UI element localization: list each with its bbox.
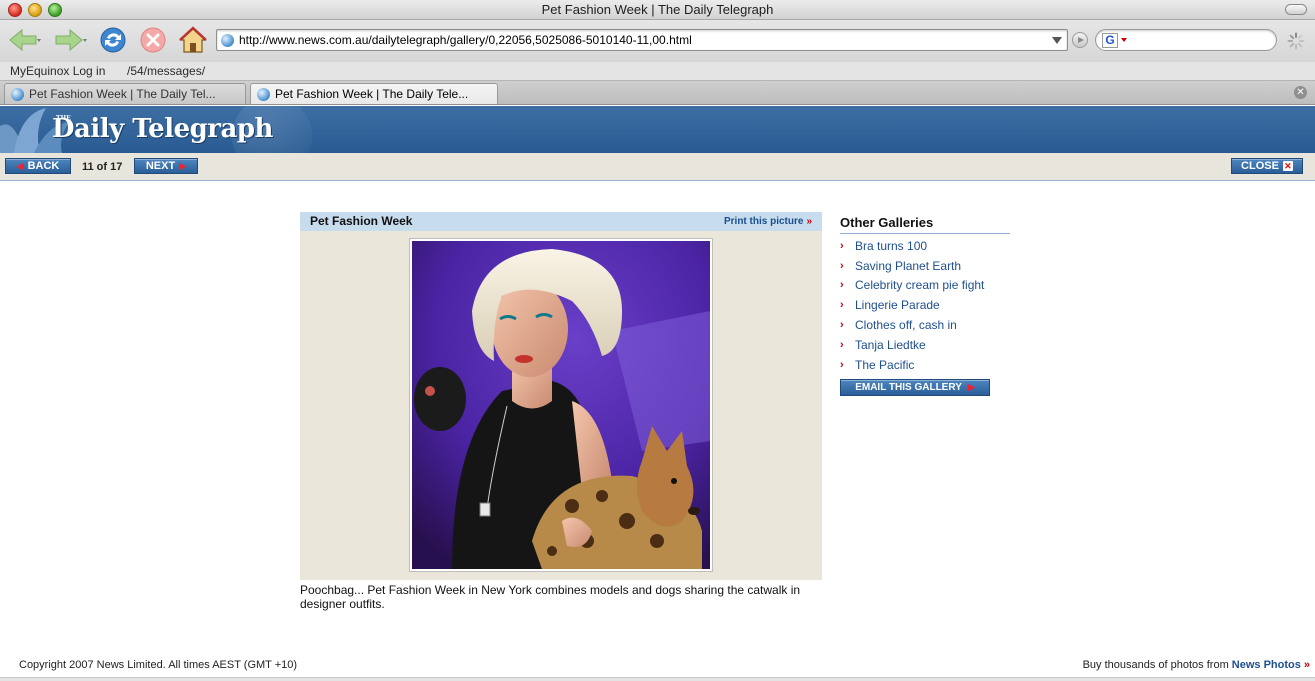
reload-button[interactable]: [98, 24, 128, 56]
chevron-right-icon: ›: [840, 279, 844, 292]
reload-icon: [100, 27, 126, 53]
list-item[interactable]: › Tanja Liedtke: [840, 335, 1010, 355]
photo-caption: Poochbag... Pet Fashion Week in New York…: [300, 583, 801, 611]
browser-toolbar: http://www.news.com.au/dailytelegraph/ga…: [0, 20, 1315, 62]
chevron-right-icon: ›: [840, 239, 844, 252]
tab-pet-fashion-2[interactable]: Pet Fashion Week | The Daily Tele...: [250, 83, 498, 104]
gallery-nav: ◀ BACK 11 of 17 NEXT ▶ CLOSE ✕: [0, 153, 1315, 181]
url-text: http://www.news.com.au/dailytelegraph/ga…: [239, 33, 692, 47]
photo-counter: 11 of 17: [82, 161, 123, 173]
forward-button[interactable]: [50, 24, 90, 56]
globe-icon: [257, 88, 270, 101]
url-history-dropdown-icon[interactable]: [1052, 37, 1062, 44]
buy-photos-text: Buy thousands of photos from News Photos…: [1083, 659, 1310, 671]
gallery-title: Pet Fashion Week: [310, 214, 413, 228]
back-gallery-button[interactable]: ◀ BACK: [5, 158, 71, 174]
print-label: Print this picture: [723, 216, 804, 227]
print-picture-link[interactable]: Print this picture»: [724, 216, 812, 227]
photo-frame: [409, 238, 713, 572]
forward-arrow-icon: [55, 28, 87, 52]
other-galleries-list: › Bra turns 100 › Saving Planet Earth › Cel…: [840, 236, 1010, 375]
globe-icon: [221, 34, 234, 47]
chevron-right-icon: ›: [840, 259, 844, 272]
gallery-link[interactable]: Celebrity cream pie fight: [855, 278, 984, 292]
bookmark-messages[interactable]: /54/messages/: [127, 64, 205, 78]
close-gallery-button[interactable]: CLOSE ✕: [1231, 158, 1303, 174]
gallery-link[interactable]: Clothes off, cash in: [855, 318, 957, 332]
left-arrow-icon: ◀: [16, 160, 24, 171]
chevron-right-icon: ›: [840, 358, 844, 371]
close-icon: ✕: [1282, 161, 1293, 171]
gallery-panel: Pet Fashion Week Print this picture»: [300, 212, 822, 580]
globe-icon: [11, 88, 24, 101]
chevron-right-icon: »: [1303, 659, 1310, 671]
back-label: BACK: [27, 160, 60, 172]
site-logo[interactable]: Daily Telegraph: [52, 114, 273, 144]
right-arrow-icon: ▶: [179, 160, 187, 171]
status-bar: [0, 677, 1315, 681]
gallery-link[interactable]: Bra turns 100: [855, 239, 927, 253]
gallery-link[interactable]: The Pacific: [855, 358, 914, 372]
home-icon: [179, 26, 207, 53]
right-arrow-icon: ▶: [967, 381, 975, 392]
chevron-right-icon: ›: [840, 338, 844, 351]
url-field[interactable]: http://www.news.com.au/dailytelegraph/ga…: [216, 29, 1068, 51]
gallery-photo[interactable]: [412, 241, 710, 569]
news-photos-link[interactable]: News Photos: [1232, 659, 1301, 671]
stop-button[interactable]: [138, 24, 168, 56]
search-engine-dropdown-icon[interactable]: [1121, 38, 1127, 42]
list-item[interactable]: › Lingerie Parade: [840, 295, 1010, 315]
next-gallery-button[interactable]: NEXT ▶: [134, 158, 198, 174]
stop-icon: [140, 27, 166, 53]
window-title: Pet Fashion Week | The Daily Telegraph: [541, 2, 774, 17]
list-item[interactable]: › Clothes off, cash in: [840, 315, 1010, 335]
back-button[interactable]: [6, 24, 44, 56]
list-item[interactable]: › Celebrity cream pie fight: [840, 276, 1010, 296]
close-tabs-icon[interactable]: ✕: [1294, 86, 1307, 99]
google-icon[interactable]: G: [1102, 33, 1118, 48]
other-galleries: Other Galleries › Bra turns 100 › Saving P…: [840, 215, 1010, 396]
buy-text: Buy thousands of photos from: [1082, 659, 1232, 671]
tab-label: Pet Fashion Week | The Daily Tel...: [29, 87, 216, 101]
list-item[interactable]: › The Pacific: [840, 355, 1010, 375]
tab-bar: Pet Fashion Week | The Daily Tel... Pet …: [0, 81, 1315, 105]
close-label: CLOSE: [1241, 160, 1279, 172]
list-item[interactable]: › Saving Planet Earth: [840, 256, 1010, 276]
window-titlebar: Pet Fashion Week | The Daily Telegraph: [0, 0, 1315, 20]
toolbar-toggle-button[interactable]: [1285, 4, 1307, 15]
back-arrow-icon: [9, 28, 41, 52]
list-item[interactable]: › Bra turns 100: [840, 236, 1010, 256]
home-button[interactable]: [176, 24, 210, 56]
gallery-link[interactable]: Lingerie Parade: [855, 298, 940, 312]
tab-pet-fashion-1[interactable]: Pet Fashion Week | The Daily Tel...: [4, 83, 246, 104]
chevron-right-icon: ›: [840, 299, 844, 312]
search-field[interactable]: G: [1095, 29, 1277, 51]
gallery-link[interactable]: Saving Planet Earth: [855, 259, 961, 273]
bookmarks-bar: MyEquinox Log in /54/messages/: [0, 62, 1315, 81]
gallery-header: Pet Fashion Week Print this picture»: [300, 212, 822, 231]
other-galleries-title: Other Galleries: [840, 215, 1010, 234]
spinner-icon: [1287, 32, 1305, 50]
masthead: THE Daily Telegraph: [0, 106, 1315, 153]
copyright-text: Copyright 2007 News Limited. All times A…: [19, 659, 298, 671]
go-icon[interactable]: [1072, 32, 1088, 48]
tab-label: Pet Fashion Week | The Daily Tele...: [275, 87, 469, 101]
email-gallery-button[interactable]: EMAIL THIS GALLERY ▶: [840, 378, 990, 396]
chevron-right-icon: »: [806, 216, 812, 227]
chevron-right-icon: ›: [840, 319, 844, 332]
bookmark-myequinox[interactable]: MyEquinox Log in: [10, 64, 105, 78]
email-label: EMAIL THIS GALLERY: [855, 381, 962, 393]
next-label: NEXT: [145, 160, 176, 172]
gallery-link[interactable]: Tanja Liedtke: [855, 338, 926, 352]
